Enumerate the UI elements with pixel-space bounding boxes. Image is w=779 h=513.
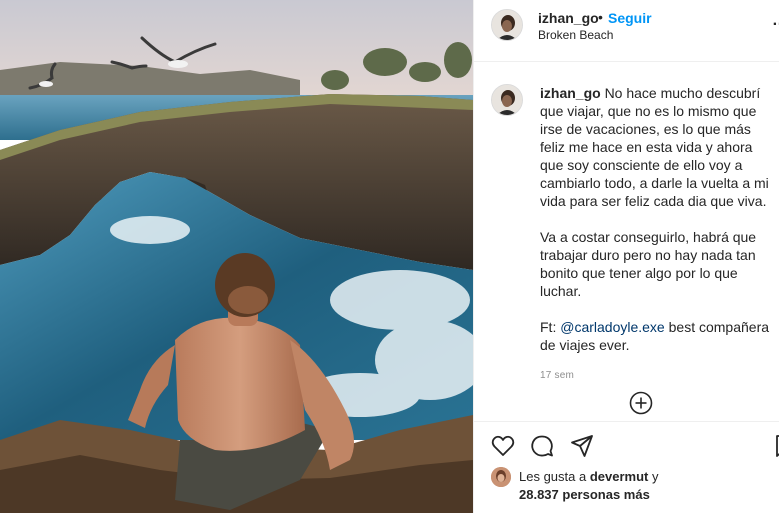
author-avatar[interactable]: [491, 9, 523, 41]
plus-circle-icon[interactable]: [629, 391, 653, 415]
likes-middle: y: [648, 469, 659, 484]
separator-dot: •: [598, 9, 603, 25]
caption-text-3-prefix: Ft:: [540, 319, 561, 335]
caption-username[interactable]: izhan_go: [540, 85, 601, 101]
caption-paragraph-3: Ft: @carladoyle.exe best compañera de vi…: [540, 318, 772, 354]
liker-username[interactable]: devermut: [590, 469, 649, 484]
post-photo[interactable]: [0, 0, 473, 513]
liker-avatar[interactable]: [491, 467, 511, 487]
caption-author-avatar[interactable]: [491, 84, 523, 116]
likes-count[interactable]: 28.837 personas más: [519, 487, 650, 502]
post-location[interactable]: Broken Beach: [538, 28, 613, 42]
cliff-arch-photo: [0, 0, 473, 513]
likes-prefix: Les gusta a: [519, 469, 590, 484]
post-header: izhan_go • Seguir Broken Beach …: [474, 0, 779, 62]
heart-icon[interactable]: [490, 433, 516, 459]
post-side-panel: izhan_go • Seguir Broken Beach … izhan_g…: [473, 0, 779, 513]
caption-paragraph-1: izhan_go No hace mucho descubrí que viaj…: [540, 84, 772, 210]
likes-summary: Les gusta a devermut y 28.837 personas m…: [519, 468, 769, 504]
post-age[interactable]: 17 sem: [540, 370, 574, 381]
comment-icon[interactable]: [529, 433, 555, 459]
bookmark-icon[interactable]: [772, 433, 779, 459]
paper-plane-icon[interactable]: [569, 433, 595, 459]
caption-text-1: No hace mucho descubrí que viajar, que n…: [540, 85, 769, 209]
follow-button[interactable]: Seguir: [608, 10, 652, 26]
post-caption: izhan_go No hace mucho descubrí que viaj…: [540, 84, 772, 372]
action-bar: [474, 421, 779, 469]
mention-link[interactable]: @carladoyle.exe: [560, 319, 665, 335]
more-options-icon[interactable]: …: [772, 12, 779, 32]
author-username[interactable]: izhan_go: [538, 10, 599, 26]
caption-paragraph-2: Va a costar conseguirlo, habrá que traba…: [540, 229, 757, 299]
